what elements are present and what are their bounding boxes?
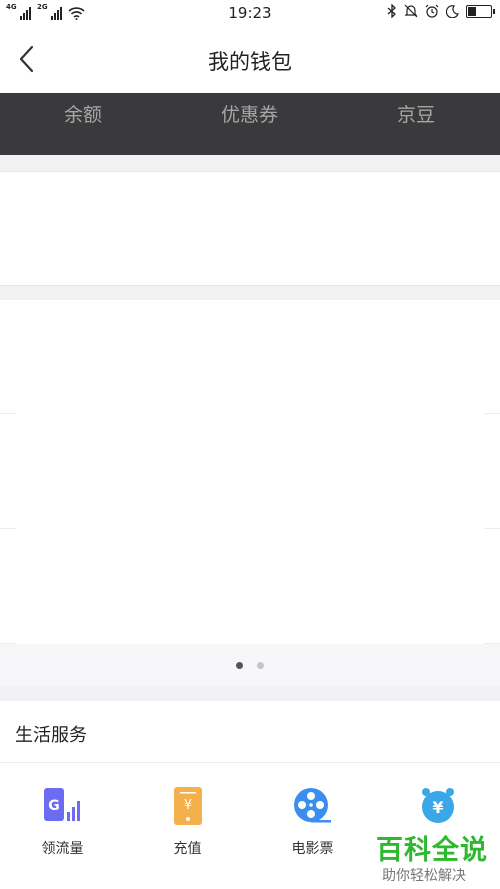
watermark: 百科全说 助你轻松解决 xyxy=(376,828,488,885)
status-bar: 4G 2G 19:23 xyxy=(0,0,500,26)
service-label: 充值 xyxy=(173,841,202,857)
service-movie-tickets[interactable]: 电影票 xyxy=(250,786,375,858)
service-recharge[interactable]: ¥ 充值 xyxy=(125,786,250,858)
phone-recharge-icon: ¥ xyxy=(173,787,202,825)
bluetooth-icon xyxy=(387,4,396,18)
nav-bar: 我的钱包 xyxy=(0,26,500,93)
alarm-clock-icon xyxy=(425,4,439,18)
svg-text:G: G xyxy=(48,798,60,814)
service-label: 领流量 xyxy=(41,841,84,857)
tab-balance[interactable]: 余额 xyxy=(64,100,102,127)
wallet-grid-panel xyxy=(0,300,500,685)
service-label: 电影票 xyxy=(291,841,334,857)
tab-coupons[interactable]: 优惠券 xyxy=(221,100,278,127)
film-reel-icon xyxy=(293,788,331,823)
wallet-summary-card xyxy=(0,171,500,286)
wallet-tabs: 余额 优惠券 京豆 xyxy=(0,93,500,155)
divider xyxy=(0,413,16,414)
carousel-dot-active[interactable] xyxy=(236,662,243,669)
divider xyxy=(0,762,500,763)
watermark-slogan: 助你轻松解决 xyxy=(382,868,466,884)
watermark-brand: 百科全说 xyxy=(376,835,488,866)
data-traffic-icon: G xyxy=(43,788,80,821)
divider xyxy=(0,528,16,529)
divider xyxy=(484,528,500,529)
status-icons xyxy=(387,4,495,18)
svg-text:¥: ¥ xyxy=(432,798,443,817)
alarm-yen-icon: ¥ xyxy=(421,788,454,823)
tab-jingdou[interactable]: 京豆 xyxy=(397,100,435,127)
battery-icon xyxy=(466,4,495,18)
svg-text:¥: ¥ xyxy=(183,798,191,813)
divider xyxy=(484,413,500,414)
carousel-dot[interactable] xyxy=(257,662,264,669)
moon-icon xyxy=(446,4,459,18)
carousel-indicator xyxy=(0,644,500,686)
section-title: 生活服务 xyxy=(15,725,87,746)
page-title: 我的钱包 xyxy=(208,50,292,74)
mute-bell-icon xyxy=(404,4,418,18)
service-data-traffic[interactable]: G 领流量 xyxy=(0,786,125,858)
